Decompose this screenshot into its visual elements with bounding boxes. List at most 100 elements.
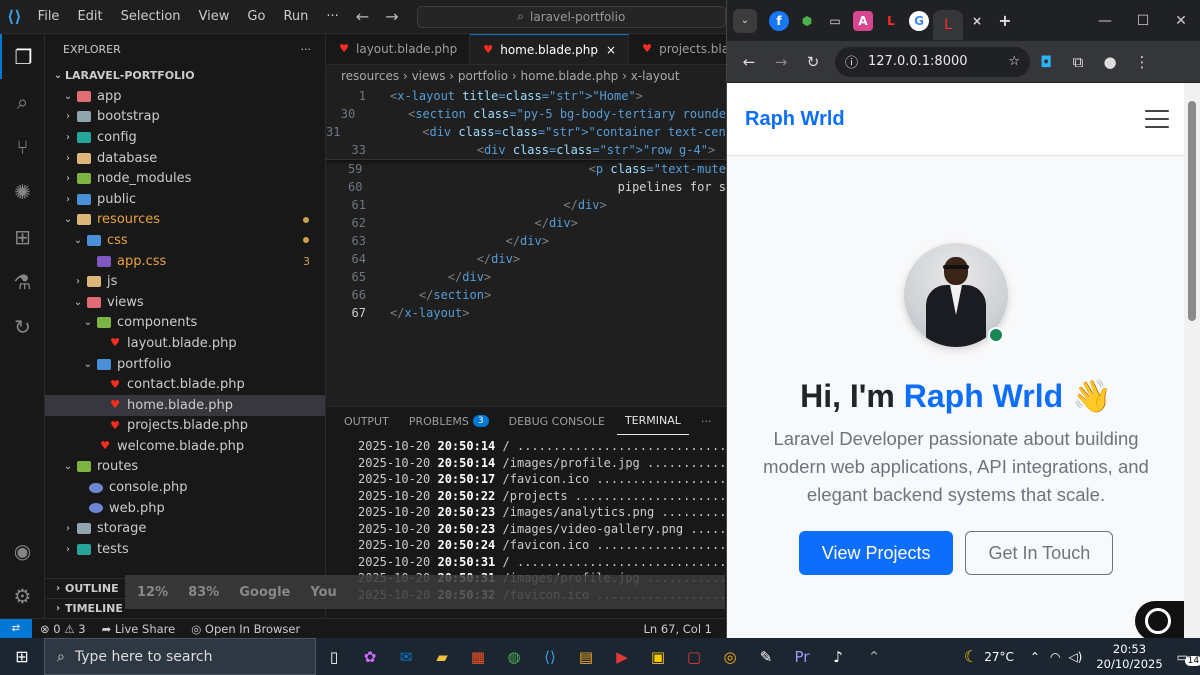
chat-widget-button[interactable] — [1135, 601, 1185, 638]
account-icon[interactable]: ◉ — [0, 528, 45, 573]
player-icon[interactable]: ▣ — [640, 638, 676, 675]
weather-moon-icon[interactable]: ☾ — [964, 647, 978, 666]
minimize-icon[interactable]: — — [1086, 13, 1124, 29]
store-icon[interactable]: ▦ — [460, 638, 496, 675]
tab-problems[interactable]: PROBLEMS 3 — [401, 407, 497, 435]
task-view-icon[interactable]: ▯ — [316, 638, 352, 675]
winrar-icon[interactable]: ▤ — [568, 638, 604, 675]
remote-share-icon[interactable]: ↻ — [0, 304, 45, 349]
tab-debug-console[interactable]: DEBUG CONSOLE — [501, 407, 613, 435]
tree-item[interactable]: app.css 3 — [45, 251, 325, 272]
screen-recorder-icon[interactable]: ▢ — [676, 638, 712, 675]
facebook-tab[interactable]: f — [769, 10, 789, 31]
premiere-icon[interactable]: Pr — [784, 638, 820, 675]
tab-search-icon[interactable]: ⌄ — [733, 8, 757, 33]
outlook-icon[interactable]: ✉ — [388, 638, 424, 675]
menu-file[interactable]: File — [29, 0, 69, 34]
run-debug-icon[interactable]: ✺ — [0, 169, 45, 214]
menu-selection[interactable]: Selection — [112, 0, 190, 34]
tree-item[interactable]: › database — [45, 148, 325, 169]
search-icon[interactable]: ⌕ — [0, 79, 45, 124]
explorer-icon[interactable]: ❐ — [0, 34, 45, 79]
tree-item[interactable]: ⌄ portfolio — [45, 354, 325, 375]
wifi-icon[interactable]: ◠ — [1050, 650, 1060, 664]
problems-status[interactable]: ⊗ 0 ⚠ 3 — [32, 622, 94, 636]
tab-output[interactable]: OUTPUT — [336, 407, 397, 435]
show-hidden-icons-icon[interactable]: ⌃ — [1030, 650, 1040, 664]
tree-item[interactable]: web.php — [45, 498, 325, 519]
tab-projects[interactable]: ♥ projects.blade — [629, 34, 726, 64]
taskbar-clock[interactable]: 20:53 20/10/2025 — [1082, 642, 1176, 672]
get-in-touch-button[interactable]: Get In Touch — [965, 531, 1114, 575]
command-center-search[interactable]: ⌕ laravel-portfolio — [416, 5, 726, 28]
new-tab-icon[interactable]: + — [995, 11, 1015, 31]
overflow-chevron-icon[interactable]: ⌃ — [856, 638, 892, 675]
tree-item[interactable]: ⌄ components — [45, 313, 325, 334]
tree-item[interactable]: › tests — [45, 539, 325, 560]
weather-temperature[interactable]: 27°C — [984, 650, 1014, 664]
project-root[interactable]: ⌄ LARAVEL-PORTFOLIO — [45, 64, 325, 86]
browser-menu-icon[interactable]: ⋮ — [1126, 53, 1158, 71]
tree-item[interactable]: ♥ home.blade.php — [45, 394, 325, 416]
more-actions-icon[interactable]: ··· — [301, 43, 312, 56]
tiktok-icon[interactable]: ♪ — [820, 638, 856, 675]
view-projects-button[interactable]: View Projects — [798, 531, 954, 575]
menu-edit[interactable]: Edit — [68, 0, 111, 34]
taskbar-search-box[interactable]: ⌕ Type here to search — [44, 638, 316, 675]
app-tab[interactable]: A — [853, 10, 873, 31]
tab-terminal[interactable]: TERMINAL — [616, 407, 689, 435]
site-brand[interactable]: Raph Wrld — [745, 108, 845, 131]
back-icon[interactable]: ← — [733, 53, 765, 71]
breadcrumb[interactable]: resources › views › portfolio › home.bla… — [326, 65, 726, 87]
node-tab[interactable]: ⬢ — [797, 11, 817, 31]
close-icon[interactable]: × — [606, 43, 616, 57]
code-editor[interactable]: 1 <x-layout title=class="str">"Home"> 30 <… — [326, 87, 726, 322]
obs-icon[interactable]: ◎ — [712, 638, 748, 675]
remote-icon[interactable]: ⇄ — [0, 618, 32, 639]
extensions-icon[interactable]: ⊞ — [0, 214, 45, 259]
scroll-thumb[interactable] — [1188, 101, 1196, 321]
menu-go[interactable]: Go — [238, 0, 274, 34]
close-window-icon[interactable]: ✕ — [1162, 13, 1200, 29]
tree-item[interactable]: › bootstrap — [45, 107, 325, 128]
google-tab[interactable]: G — [909, 10, 929, 31]
tree-item[interactable]: ⌄ views — [45, 292, 325, 313]
vscode-taskbar-icon[interactable]: ⟨⟩ — [532, 638, 568, 675]
panel-more-icon[interactable]: ··· — [693, 407, 720, 435]
active-laravel-tab[interactable]: L — [933, 9, 963, 40]
chrome-icon[interactable]: ◍ — [496, 638, 532, 675]
paint-icon[interactable]: ✎ — [748, 638, 784, 675]
tab-layout[interactable]: ♥ layout.blade.php — [326, 34, 471, 64]
windows-start-icon[interactable]: ⊞ — [0, 638, 44, 675]
tab-home[interactable]: ♥ home.blade.php × — [470, 34, 630, 64]
tree-item[interactable]: › config — [45, 127, 325, 148]
tree-item[interactable]: ♥ layout.blade.php — [45, 333, 325, 354]
gallery-tab[interactable]: ▭ — [825, 11, 845, 31]
tree-item[interactable]: ⌄ css — [45, 230, 325, 251]
copilot-icon[interactable]: ✿ — [352, 638, 388, 675]
tree-item[interactable]: ♥ projects.blade.php — [45, 416, 325, 437]
menu-more[interactable]: ··· — [317, 0, 347, 34]
volume-icon[interactable]: ◁) — [1068, 650, 1082, 664]
site-info-icon[interactable]: ⓘ — [845, 52, 858, 71]
maximize-icon[interactable]: ☐ — [1124, 13, 1162, 29]
tree-item[interactable]: › node_modules — [45, 168, 325, 189]
cursor-position[interactable]: Ln 67, Col 1 — [635, 622, 720, 636]
live-share-button[interactable]: ➦ Live Share — [94, 622, 184, 636]
reload-icon[interactable]: ↻ — [797, 53, 829, 71]
profile-avatar[interactable]: ● — [1094, 53, 1126, 71]
tree-item[interactable]: › js — [45, 271, 325, 292]
notification-center-icon[interactable]: ▭ 14 — [1177, 650, 1200, 666]
tree-item[interactable]: › storage — [45, 518, 325, 539]
address-bar[interactable]: ⓘ 127.0.0.1:8000 ☆ — [835, 46, 1030, 77]
menu-view[interactable]: View — [190, 0, 239, 34]
media-player-icon[interactable]: ▶ — [604, 638, 640, 675]
forward-arrow-icon[interactable]: → — [385, 7, 398, 26]
tree-item[interactable]: ⌄ app — [45, 86, 325, 107]
settings-gear-icon[interactable]: ⚙ — [0, 573, 45, 618]
tree-item[interactable]: console.php — [45, 477, 325, 498]
tree-item[interactable]: ⌄ resources — [45, 210, 325, 231]
forward-icon[interactable]: → — [765, 53, 797, 71]
tree-item[interactable]: ♥ welcome.blade.php — [45, 436, 325, 457]
menu-run[interactable]: Run — [274, 0, 317, 34]
